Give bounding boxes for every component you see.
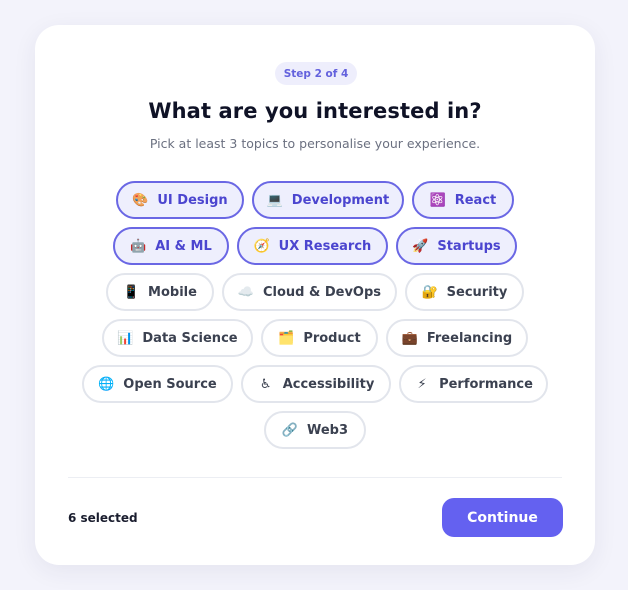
topic-chip-label: Accessibility [282,376,375,392]
topic-chip-list: 🎨 UI Design 💻 Development ⚛️ React 🤖 AI … [35,25,595,565]
topic-chip-development[interactable]: 💻 Development [252,181,404,219]
lightning-icon: ⚡ [417,376,427,392]
topic-chip-label: Startups [437,238,501,254]
topic-chip-data-science[interactable]: 📊 Data Science [102,319,253,357]
onboarding-card: Step 2 of 4 What are you interested in? … [35,25,595,565]
topic-chip-react[interactable]: ⚛️ React [412,181,514,219]
topic-chip-label: React [454,192,497,208]
selected-count: 6 selected [68,511,138,525]
topic-chip-label: AI & ML [155,238,212,254]
topic-chip-label: Data Science [142,330,238,346]
topic-chip-label: Freelancing [426,330,513,346]
topic-chip-label: Performance [439,376,533,392]
topic-chip-label: UX Research [278,238,372,254]
robot-icon: 🤖 [130,238,147,254]
accessibility-icon: ♿ [259,376,272,392]
topic-chip-mobile[interactable]: 📱 Mobile [106,273,214,311]
topic-chip-label: Security [446,284,508,300]
topic-chip-open-source[interactable]: 🌐 Open Source [82,365,233,403]
topic-chip-label: Product [303,330,361,346]
topic-chip-freelancing[interactable]: 💼 Freelancing [386,319,528,357]
link-icon: 🔗 [281,422,299,438]
globe-icon: 🌐 [98,376,115,392]
topic-chip-label: UI Design [157,192,228,208]
topic-chip-ai-ml[interactable]: 🤖 AI & ML [113,227,229,265]
topic-chip-performance[interactable]: ⚡ Performance [399,365,548,403]
laptop-icon: 💻 [266,192,283,208]
topic-chip-accessibility[interactable]: ♿ Accessibility [241,365,391,403]
topic-chip-label: Cloud & DevOps [262,284,382,300]
mobile-phone-icon: 📱 [122,284,140,300]
cloud-icon: ☁️ [237,284,255,300]
atom-icon: ⚛️ [429,192,446,208]
palette-icon: 🎨 [132,192,149,208]
topic-chip-label: Mobile [148,284,197,300]
topic-chip-startups[interactable]: 🚀 Startups [396,227,517,265]
lock-icon: 🔐 [421,284,438,300]
topic-chip-label: Development [291,192,390,208]
rocket-icon: 🚀 [412,238,429,254]
topic-chip-web3[interactable]: 🔗 Web3 [264,411,366,449]
topic-chip-cloud-devops[interactable]: ☁️ Cloud & DevOps [222,273,397,311]
footer-divider [68,477,562,478]
bar-chart-icon: 📊 [117,330,134,346]
topic-chip-ux-research[interactable]: 🧭 UX Research [237,227,388,265]
topic-chip-label: Web3 [306,422,349,438]
compass-icon: 🧭 [253,238,270,254]
topic-chip-security[interactable]: 🔐 Security [405,273,524,311]
briefcase-icon: 💼 [401,330,418,346]
topic-chip-product[interactable]: 🗂️ Product [261,319,378,357]
topic-chip-ui-design[interactable]: 🎨 UI Design [116,181,244,219]
topic-chip-label: Open Source [123,376,217,392]
continue-button[interactable]: Continue [442,498,563,537]
folder-icon: 🗂️ [278,330,295,346]
